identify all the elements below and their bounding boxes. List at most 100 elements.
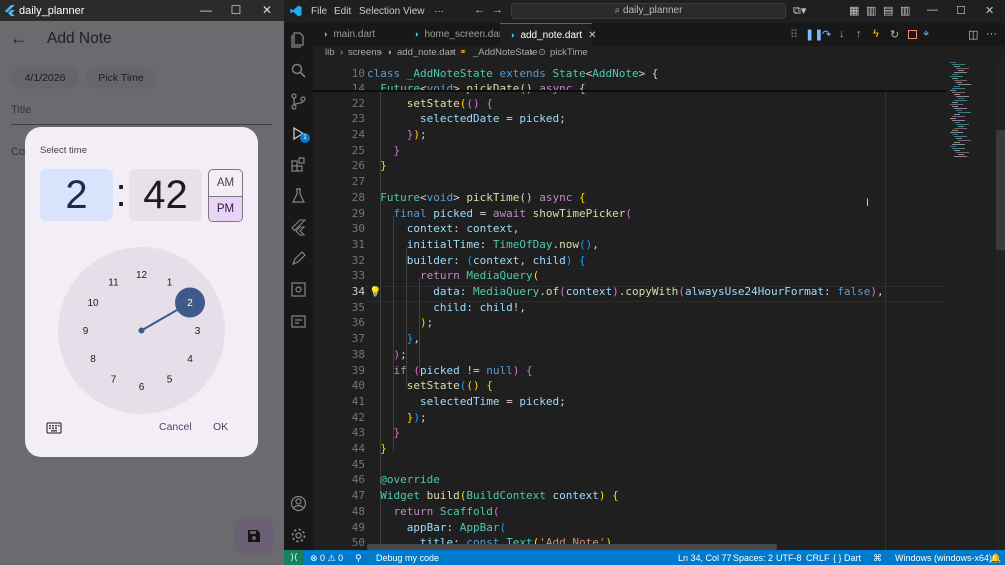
step-over-icon[interactable]: ↷ [822, 28, 831, 41]
breadcrumb-lib[interactable]: lib [325, 47, 335, 58]
language-mode[interactable]: { } Dart [833, 553, 861, 563]
dial-number[interactable]: 9 [83, 326, 89, 337]
end-of-line[interactable]: CRLF [806, 553, 830, 563]
dial-number[interactable]: 10 [87, 298, 99, 309]
code-editor[interactable]: 10 14 22 23 24 25 26 27 28 29 30 31 32 33 34 35 36 37 38 39… [313, 60, 946, 550]
code-line-38[interactable]: ); [367, 347, 407, 363]
date-chip-button[interactable]: 4/1/2026 [11, 67, 79, 89]
dial-number[interactable]: 2 [187, 298, 193, 309]
customize-layout-icon[interactable]: ▦ [849, 4, 859, 17]
copilot-icon[interactable]: ⧉▾ [793, 4, 806, 18]
code-line-41[interactable]: selectedTime = picked; [367, 394, 566, 410]
dial-number[interactable]: 12 [136, 270, 148, 281]
minimize-button[interactable]: — [196, 2, 216, 18]
remote-explorer-icon[interactable] [290, 281, 307, 298]
toggle-panel-icon[interactable]: ▤ [883, 4, 893, 17]
settings-gear-icon[interactable] [290, 527, 307, 544]
code-line-29[interactable]: final picked = await showTimePicker( [367, 206, 632, 222]
ok-button[interactable]: OK [213, 421, 228, 433]
nav-back-icon[interactable]: ← [474, 4, 485, 16]
code-line-28[interactable]: Future<void> pickTime() async { [367, 190, 585, 206]
code-area[interactable]: class _AddNoteState extends State<AddNot… [367, 60, 946, 550]
tab-main-dart[interactable]: ◗ main.dart [313, 23, 403, 46]
code-line-43[interactable]: } [367, 425, 401, 441]
code-line-37[interactable]: }, [367, 331, 420, 347]
split-editor-icon[interactable]: ◫ [968, 28, 978, 41]
dial-number[interactable]: 8 [90, 354, 96, 365]
remote-indicator-icon[interactable]: ⟩⟨ [284, 550, 304, 565]
am-button[interactable]: AM [209, 170, 242, 196]
copilot-status-icon[interactable]: ⌘ [873, 553, 882, 564]
explorer-icon[interactable] [290, 31, 307, 48]
code-line-35[interactable]: child: child!, [367, 300, 526, 316]
dial-number[interactable]: 3 [195, 326, 201, 337]
breadcrumb-method[interactable]: pickTime [550, 47, 588, 58]
code-line-30[interactable]: context: context, [367, 221, 520, 237]
nav-forward-icon[interactable]: → [492, 4, 503, 16]
hour-input[interactable]: 2 [40, 169, 113, 221]
flutter-outline-icon[interactable] [290, 219, 307, 236]
keyboard-icon[interactable] [46, 421, 62, 435]
device-selector[interactable]: Windows (windows-x64) [895, 553, 992, 563]
pick-time-button[interactable]: Pick Time [86, 67, 156, 89]
pm-button[interactable]: PM [209, 197, 242, 221]
tab-home-screen-dart[interactable]: ◗ home_screen.dart [404, 23, 505, 46]
tab-close-icon[interactable]: ✕ [588, 30, 596, 41]
tab-add-note-dart[interactable]: ◗ add_note.dart ✕ [500, 23, 597, 46]
pen-icon[interactable] [290, 250, 307, 267]
accounts-icon[interactable] [290, 495, 307, 512]
menu-file[interactable]: File [311, 6, 327, 17]
code-line-24[interactable]: }); [367, 127, 427, 143]
code-line-22[interactable]: setState(() { [367, 96, 493, 112]
search-icon[interactable] [290, 62, 307, 79]
hot-reload-icon[interactable]: ϟ [873, 28, 879, 40]
lightbulb-icon[interactable]: 💡 [369, 287, 381, 298]
indentation[interactable]: Spaces: 2 [733, 553, 773, 563]
code-line-36[interactable]: ); [367, 315, 433, 331]
code-line-23[interactable]: selectedDate = picked; [367, 111, 566, 127]
back-arrow-icon[interactable]: ← [10, 28, 28, 49]
menu-view[interactable]: View [403, 6, 425, 17]
debug-config[interactable]: Debug my code [376, 553, 439, 563]
step-out-icon[interactable]: ↑ [856, 28, 862, 40]
toggle-secondary-sidebar-icon[interactable]: ▥ [900, 4, 910, 17]
testing-icon[interactable] [290, 187, 307, 204]
vscode-minimize-button[interactable]: — [927, 4, 938, 16]
breadcrumb-class[interactable]: _AddNoteState [473, 47, 537, 58]
drag-handle-icon[interactable]: ⠿ [790, 28, 798, 41]
code-line-25[interactable]: } [367, 143, 401, 159]
code-line-49[interactable]: appBar: AppBar( [367, 520, 506, 536]
minimap[interactable] [946, 60, 996, 550]
toggle-primary-sidebar-icon[interactable]: ▥ [866, 4, 876, 17]
notifications-bell-icon[interactable]: 🔔 [990, 553, 1001, 564]
code-line-26[interactable]: } [367, 158, 387, 174]
code-line-46[interactable]: @override [367, 472, 440, 488]
source-control-icon[interactable] [290, 93, 307, 110]
dial-number[interactable]: 1 [167, 278, 173, 289]
minute-input[interactable]: 42 [129, 169, 202, 221]
extensions-icon[interactable] [290, 156, 307, 173]
close-button[interactable]: ✕ [257, 2, 277, 18]
pause-icon[interactable]: ❚❚ [805, 28, 823, 41]
code-line-33[interactable]: return MediaQuery( [367, 268, 539, 284]
code-line-48[interactable]: return Scaffold( [367, 504, 500, 520]
content-field-label[interactable]: Co [11, 146, 25, 158]
dial-number[interactable]: 11 [108, 278, 119, 289]
menu-more[interactable]: ··· [434, 6, 444, 17]
dial-number[interactable]: 5 [167, 374, 173, 385]
debug-target-icon[interactable]: ⚲ [355, 553, 362, 564]
save-fab-button[interactable] [235, 517, 273, 555]
code-line-32[interactable]: builder: (context, child) { [367, 253, 586, 269]
code-line-47[interactable]: Widget build(BuildContext context) { [367, 488, 618, 504]
cursor-position[interactable]: Ln 34, Col 77 [678, 553, 732, 563]
encoding[interactable]: UTF-8 [776, 553, 802, 563]
restart-icon[interactable]: ↻ [890, 28, 899, 41]
vscode-close-button[interactable]: ✕ [985, 4, 994, 17]
menu-edit[interactable]: Edit [334, 6, 351, 17]
code-line-10[interactable]: class _AddNoteState extends State<AddNot… [367, 66, 658, 82]
breadcrumb-screens[interactable]: screens [348, 47, 381, 58]
code-line-44[interactable]: } [367, 441, 387, 457]
title-field-label[interactable]: Title [11, 104, 31, 116]
maximize-button[interactable]: ☐ [226, 2, 246, 18]
cancel-button[interactable]: Cancel [159, 421, 192, 433]
